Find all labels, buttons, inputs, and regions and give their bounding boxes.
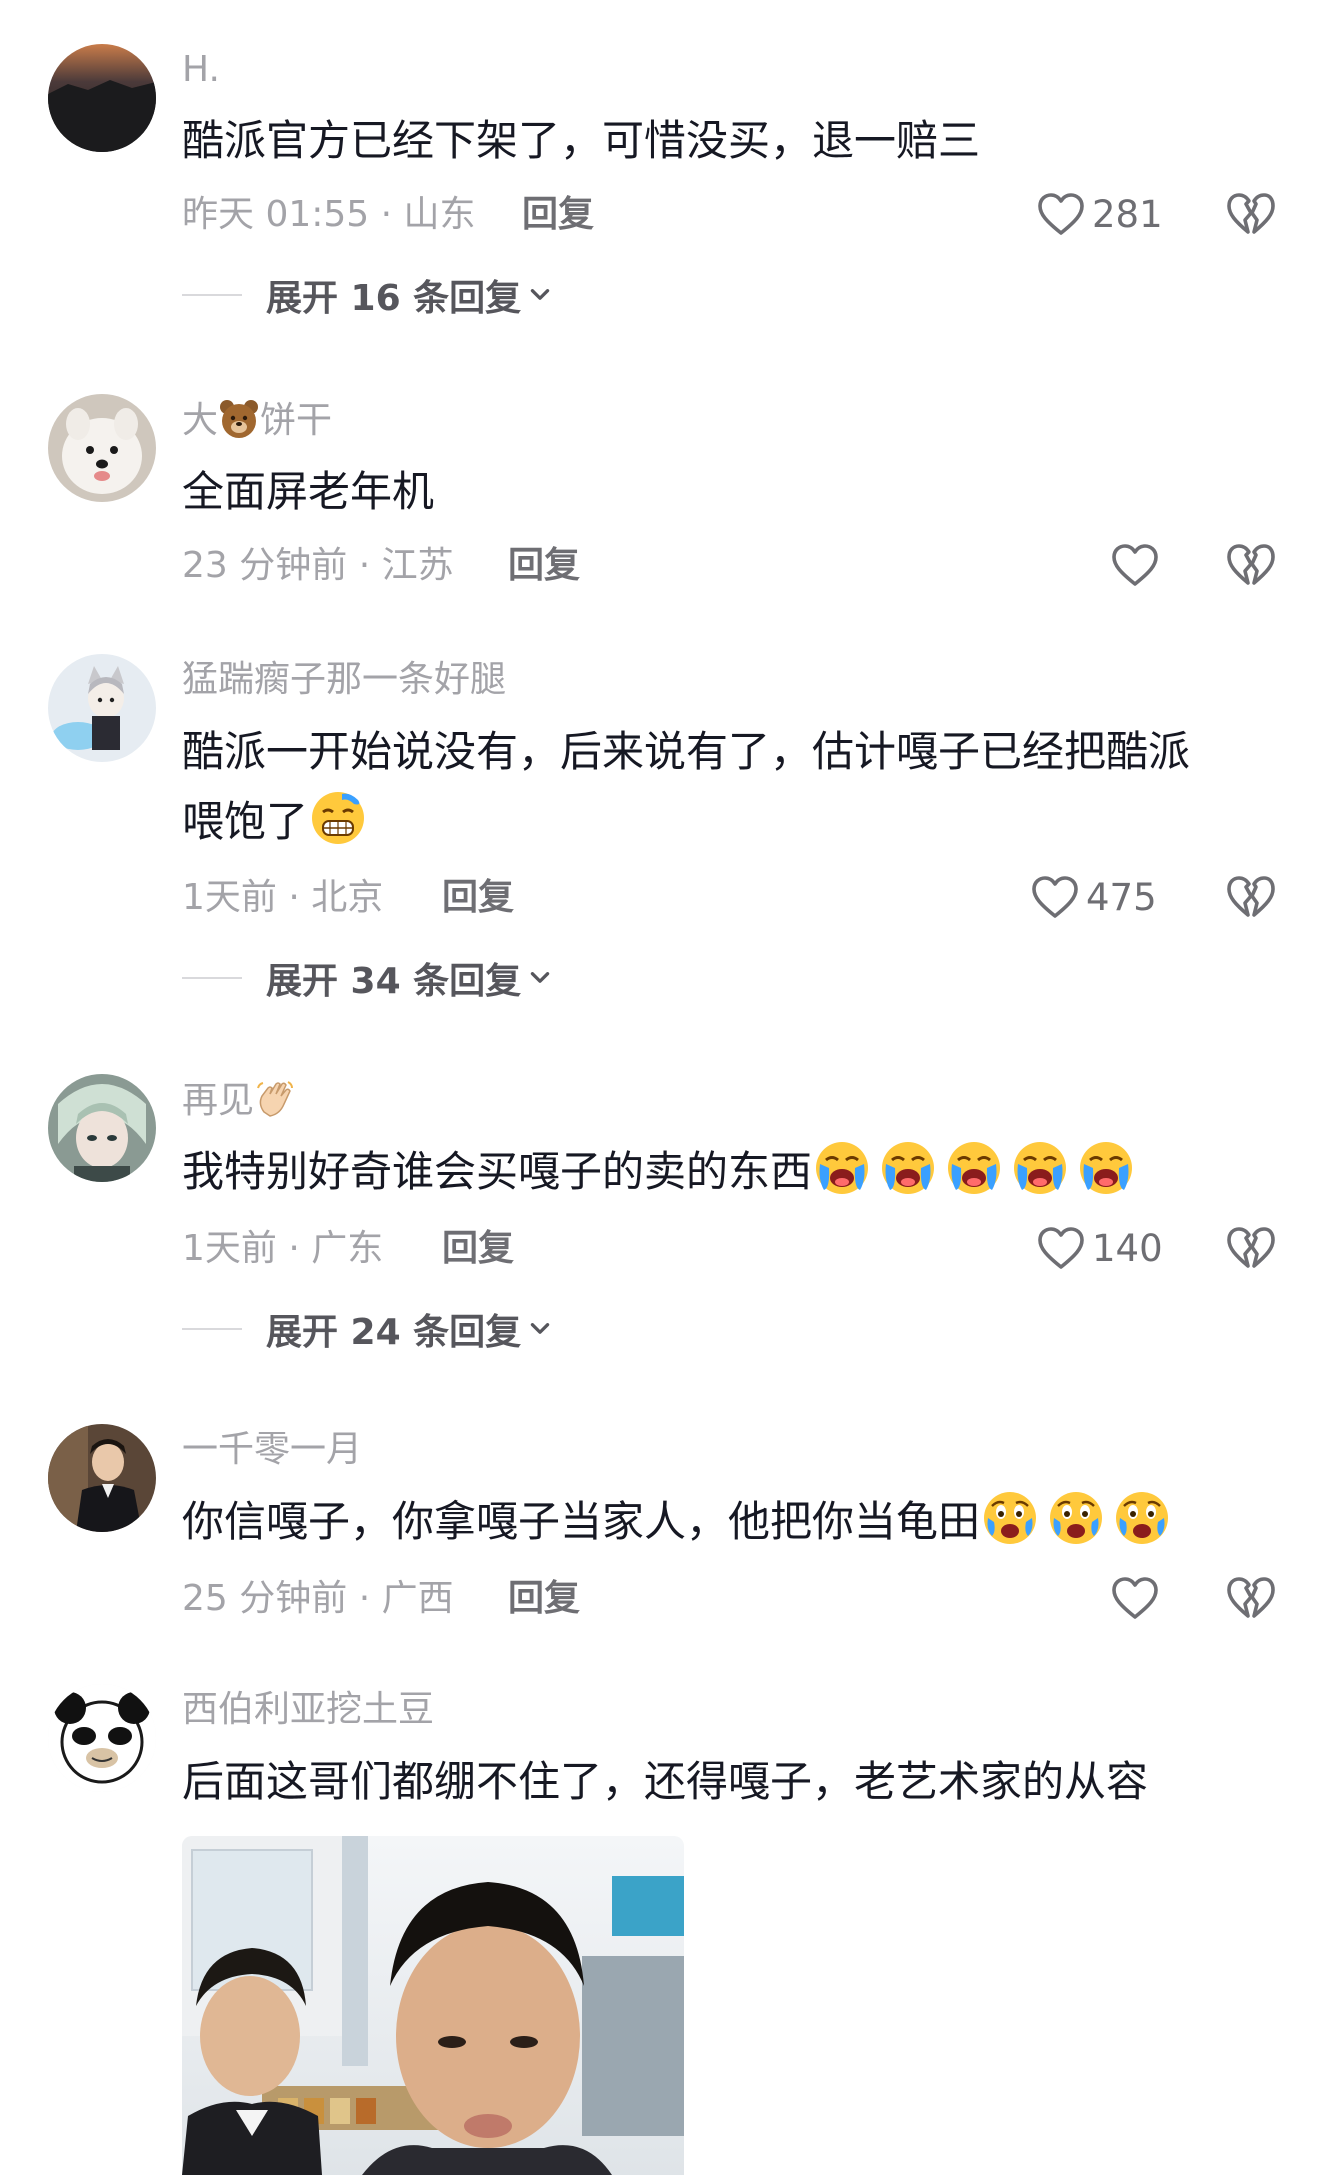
comment-text-content: 你信嘎子，你拿嘎子当家人，他把你当龟田 [182, 1497, 981, 1546]
grimace-sweat-emoji-icon [308, 788, 368, 848]
expand-divider [182, 294, 242, 296]
like-button[interactable]: 281 [1036, 190, 1163, 240]
comment-text-line: 喂饱了 [182, 787, 1262, 857]
chevron-down-icon [527, 965, 553, 991]
worried-crying-emoji-icon [1112, 1488, 1172, 1548]
broken-heart-icon [1226, 1224, 1276, 1274]
avatar[interactable] [48, 654, 156, 762]
reply-button[interactable]: 回复 [508, 544, 580, 588]
like-button[interactable]: 475 [1030, 873, 1157, 923]
chevron-down-icon [527, 282, 553, 308]
comment-location: 北京 [311, 877, 384, 918]
dislike-button[interactable] [1226, 541, 1276, 591]
heart-outline-icon [1030, 873, 1080, 923]
like-button[interactable] [1110, 541, 1160, 591]
comment-location: 广西 [381, 1578, 454, 1619]
avatar[interactable] [48, 44, 156, 152]
comment-text-line-end: 喂饱了 [182, 797, 309, 846]
crying-laughing-emoji-icon [878, 1138, 938, 1198]
broken-heart-icon [1226, 873, 1276, 923]
comment-time: 25 分钟前 [182, 1578, 348, 1619]
avatar[interactable] [48, 1424, 156, 1532]
comment-meta: 1天前 · 广东 [182, 1227, 383, 1271]
comment-meta: 23 分钟前 · 江苏 [182, 544, 454, 588]
like-button[interactable]: 140 [1036, 1224, 1163, 1274]
username[interactable]: 猛踹瘸子那一条好腿 [182, 658, 506, 702]
username[interactable]: 大饼干 [182, 398, 332, 443]
like-count: 281 [1092, 193, 1163, 236]
comment-time: 23 分钟前 [182, 545, 348, 586]
heart-outline-icon [1036, 190, 1086, 240]
dislike-button[interactable] [1226, 1574, 1276, 1624]
comment-meta: 25 分钟前 · 广西 [182, 1577, 454, 1621]
heart-outline-icon [1110, 1574, 1160, 1624]
crying-laughing-emoji-icon [812, 1138, 872, 1198]
meta-separator: · [347, 1578, 382, 1619]
username-prefix: 大 [182, 400, 219, 441]
comment-time: 昨天 01:55 [182, 194, 370, 235]
comment-image[interactable] [182, 1836, 684, 2175]
comment-location: 山东 [403, 194, 476, 235]
expand-replies-label: 展开 34 条回复 [266, 961, 522, 1002]
expand-divider [182, 977, 242, 979]
comment-time: 1天前 [182, 1228, 277, 1269]
comment-text: 酷派一开始说没有，后来说有了，估计嘎子已经把酷派 喂饱了 [182, 717, 1262, 857]
reply-button[interactable]: 回复 [442, 1227, 514, 1271]
reply-button[interactable]: 回复 [508, 1577, 580, 1621]
expand-divider [182, 1328, 242, 1330]
waving-hand-emoji-icon [254, 1078, 296, 1120]
comment-meta: 1天前 · 北京 [182, 876, 383, 920]
username[interactable]: 再见 [182, 1078, 296, 1123]
comment-location: 江苏 [381, 545, 454, 586]
meta-separator: · [276, 1228, 312, 1269]
expand-replies-label: 展开 16 条回复 [266, 278, 522, 319]
comment-text: 我特别好奇谁会买嘎子的卖的东西 [182, 1137, 1262, 1207]
username[interactable]: 一千零一月 [182, 1428, 362, 1472]
meta-separator: · [369, 194, 404, 235]
heart-outline-icon [1036, 1224, 1086, 1274]
username-suffix: 饼干 [260, 400, 333, 441]
dislike-button[interactable] [1226, 873, 1276, 923]
bear-emoji-icon [218, 398, 260, 440]
meta-separator: · [347, 545, 382, 586]
username[interactable]: 西伯利亚挖土豆 [182, 1688, 434, 1732]
crying-laughing-emoji-icon [1076, 1138, 1136, 1198]
expand-replies-label: 展开 24 条回复 [266, 1312, 522, 1353]
crying-laughing-emoji-icon [944, 1138, 1004, 1198]
dislike-button[interactable] [1226, 1224, 1276, 1274]
expand-replies-button[interactable]: 展开 16 条回复 [182, 273, 553, 319]
broken-heart-icon [1226, 541, 1276, 591]
comment-text: 后面这哥们都绷不住了，还得嘎子，老艺术家的从容 [182, 1757, 1149, 1806]
meta-separator: · [276, 877, 312, 918]
expand-replies-button[interactable]: 展开 24 条回复 [182, 1307, 553, 1353]
avatar[interactable] [48, 394, 156, 502]
like-button[interactable] [1110, 1574, 1160, 1624]
broken-heart-icon [1226, 1574, 1276, 1624]
crying-laughing-emoji-icon [1010, 1138, 1070, 1198]
comment-time: 1天前 [182, 877, 277, 918]
like-count: 140 [1092, 1227, 1163, 1270]
comment-text: 酷派官方已经下架了，可惜没买，退一赔三 [182, 116, 981, 165]
comment-text-content: 我特别好奇谁会买嘎子的卖的东西 [182, 1147, 813, 1196]
worried-crying-emoji-icon [980, 1488, 1040, 1548]
avatar[interactable] [48, 1074, 156, 1182]
username-text: 再见 [182, 1080, 255, 1121]
comment-text: 你信嘎子，你拿嘎子当家人，他把你当龟田 [182, 1487, 1262, 1557]
reply-button[interactable]: 回复 [522, 193, 594, 237]
broken-heart-icon [1226, 190, 1276, 240]
dislike-button[interactable] [1226, 190, 1276, 240]
heart-outline-icon [1110, 541, 1160, 591]
comment-meta: 昨天 01:55 · 山东 [182, 193, 476, 237]
worried-crying-emoji-icon [1046, 1488, 1106, 1548]
comment-text-line: 酷派一开始说没有，后来说有了，估计嘎子已经把酷派 [182, 727, 1191, 776]
chevron-down-icon [527, 1316, 553, 1342]
username[interactable]: H. [182, 48, 220, 92]
avatar[interactable] [48, 1684, 156, 1792]
expand-replies-button[interactable]: 展开 34 条回复 [182, 956, 553, 1002]
comment-screen: { "comments": [ { "username": "H.", "tex… [0, 0, 1320, 2175]
comment-location: 广东 [311, 1228, 384, 1269]
comment-text: 全面屏老年机 [182, 467, 435, 516]
like-count: 475 [1086, 876, 1157, 919]
reply-button[interactable]: 回复 [442, 876, 514, 920]
